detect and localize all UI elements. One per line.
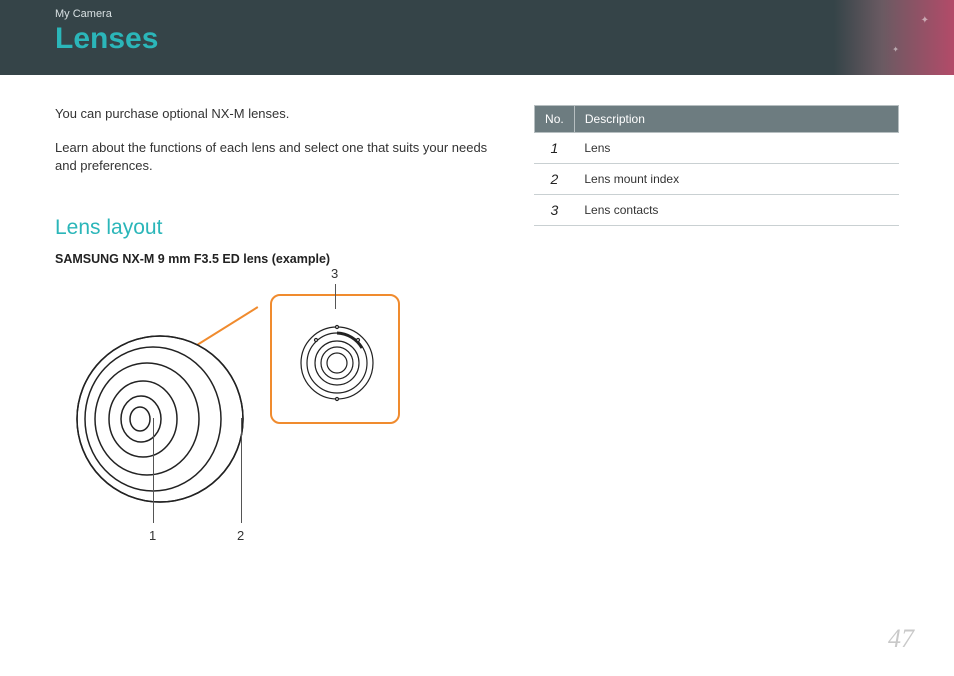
intro-paragraph-1: You can purchase optional NX-M lenses. xyxy=(55,105,494,123)
row-no: 1 xyxy=(534,133,574,164)
page-number: 47 xyxy=(888,624,914,654)
table-row: 3 Lens contacts xyxy=(534,195,898,226)
row-desc: Lens contacts xyxy=(574,195,898,226)
table-header-row: No. Description xyxy=(534,106,898,133)
leader-line-1 xyxy=(153,418,154,523)
intro-paragraph-2: Learn about the functions of each lens a… xyxy=(55,139,494,175)
example-caption: SAMSUNG NX-M 9 mm F3.5 ED lens (example) xyxy=(55,252,494,266)
callout-label-3: 3 xyxy=(331,266,338,281)
table-row: 2 Lens mount index xyxy=(534,164,898,195)
row-desc: Lens xyxy=(574,133,898,164)
row-desc: Lens mount index xyxy=(574,164,898,195)
header-no: No. xyxy=(534,106,574,133)
left-column: You can purchase optional NX-M lenses. L… xyxy=(55,105,494,564)
row-no: 2 xyxy=(534,164,574,195)
breadcrumb: My Camera xyxy=(55,8,954,20)
page-title: Lenses xyxy=(55,22,954,56)
right-column: No. Description 1 Lens 2 Lens mount inde… xyxy=(534,105,899,564)
row-no: 3 xyxy=(534,195,574,226)
callout-box xyxy=(270,294,400,424)
header-band: My Camera Lenses xyxy=(0,0,954,75)
leader-line-2 xyxy=(241,418,242,523)
lens-diagram: 3 1 2 xyxy=(55,284,375,564)
accent-strip xyxy=(834,0,954,75)
lens-front-illustration xyxy=(75,334,245,504)
leader-line-3 xyxy=(335,284,336,309)
content-area: You can purchase optional NX-M lenses. L… xyxy=(0,75,954,564)
section-title: Lens layout xyxy=(55,216,494,240)
callout-label-2: 2 xyxy=(237,528,244,543)
description-table: No. Description 1 Lens 2 Lens mount inde… xyxy=(534,105,899,226)
header-description: Description xyxy=(574,106,898,133)
callout-label-1: 1 xyxy=(149,528,156,543)
lens-rear-illustration xyxy=(300,318,375,408)
table-row: 1 Lens xyxy=(534,133,898,164)
